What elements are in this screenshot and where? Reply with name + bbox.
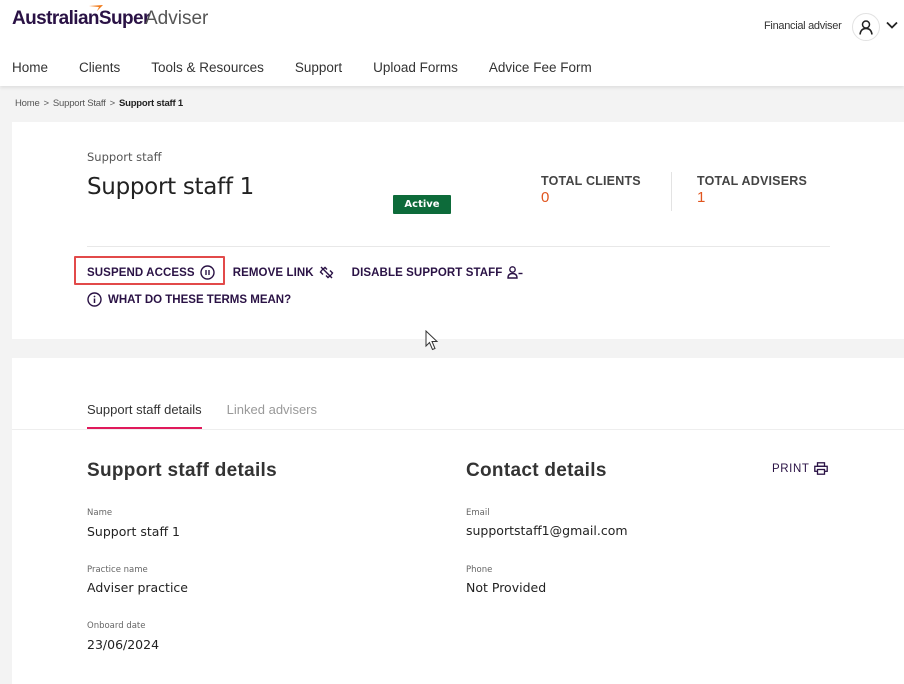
stat-total-clients: TOTAL CLIENTS 0 <box>541 174 641 206</box>
nav-home[interactable]: Home <box>12 60 48 75</box>
breadcrumb-support-staff[interactable]: Support Staff <box>53 98 106 109</box>
user-menu-button[interactable] <box>852 13 880 41</box>
breadcrumb: Home > Support Staff > Support staff 1 <box>15 98 183 109</box>
page-title: Support staff 1 <box>87 174 254 200</box>
tab-support-staff-details[interactable]: Support staff details <box>87 402 202 429</box>
details-tabs: Support staff details Linked advisers <box>87 402 342 429</box>
action-label: DISABLE SUPPORT STAFF <box>351 266 503 279</box>
terms-help-link[interactable]: WHAT DO THESE TERMS MEAN? <box>87 292 291 307</box>
print-label: PRINT <box>772 462 810 475</box>
profile-summary-panel: Support staff Support staff 1 Active TOT… <box>12 122 904 339</box>
name-value: Support staff 1 <box>87 524 180 539</box>
nav-advice-fee-form[interactable]: Advice Fee Form <box>489 60 592 75</box>
tab-linked-advisers[interactable]: Linked advisers <box>227 402 317 429</box>
app-name: Adviser <box>145 8 209 29</box>
remove-link-button[interactable]: REMOVE LINK <box>233 266 334 279</box>
info-icon <box>87 292 102 307</box>
details-panel: Support staff details Linked advisers Su… <box>12 358 904 684</box>
onboard-date-label: Onboard date <box>87 621 146 631</box>
site-header: AustralianSuper Adviser Financial advise… <box>0 0 904 86</box>
unlink-icon <box>319 266 334 279</box>
practice-name-label: Practice name <box>87 565 148 575</box>
nav-upload-forms[interactable]: Upload Forms <box>373 60 458 75</box>
logo-swoosh-icon <box>89 5 103 11</box>
disable-support-staff-button[interactable]: DISABLE SUPPORT STAFF <box>352 266 524 279</box>
breadcrumb-separator: > <box>109 98 116 109</box>
user-role: Financial adviser <box>764 20 842 32</box>
terms-link-label: WHAT DO THESE TERMS MEAN? <box>108 293 292 306</box>
stat-value: 0 <box>541 189 550 206</box>
onboard-date-value: 23/06/2024 <box>87 637 160 652</box>
practice-name-value: Adviser practice <box>87 580 188 595</box>
divider <box>87 246 830 247</box>
support-staff-details-heading: Support staff details <box>87 460 277 481</box>
profile-actions: SUSPEND ACCESS REMOVE LINK DISABLE SUPPO… <box>87 265 541 280</box>
brand-logo[interactable]: AustralianSuper <box>12 5 150 30</box>
status-badge: Active <box>393 195 451 214</box>
name-label: Name <box>87 508 113 518</box>
suspend-access-button[interactable]: SUSPEND ACCESS <box>87 265 215 280</box>
stat-total-advisers: TOTAL ADVISERS 1 <box>697 174 807 206</box>
breadcrumb-separator: > <box>43 98 50 109</box>
main-nav: Home Clients Tools & Resources Support U… <box>12 60 623 75</box>
brand-name: AustralianSuper <box>12 8 150 29</box>
user-icon <box>859 19 873 35</box>
nav-clients[interactable]: Clients <box>79 60 120 75</box>
pause-circle-icon <box>200 265 215 280</box>
user-minus-icon <box>507 266 523 279</box>
profile-eyebrow: Support staff <box>87 150 162 164</box>
email-value: supportstaff1@gmail.com <box>466 523 628 538</box>
action-label: SUSPEND ACCESS <box>87 266 195 279</box>
tabs-divider <box>12 429 904 430</box>
action-label: REMOVE LINK <box>232 266 314 279</box>
breadcrumb-home[interactable]: Home <box>15 98 40 109</box>
printer-icon <box>813 462 828 475</box>
stat-label: TOTAL ADVISERS <box>697 174 807 188</box>
stat-value: 1 <box>697 189 706 206</box>
stat-label: TOTAL CLIENTS <box>541 174 641 188</box>
mouse-cursor-icon <box>425 330 439 351</box>
print-button[interactable]: PRINT <box>772 462 828 475</box>
contact-details-heading: Contact details <box>466 460 607 481</box>
phone-value: Not Provided <box>466 580 547 595</box>
phone-label: Phone <box>466 565 493 575</box>
nav-tools-resources[interactable]: Tools & Resources <box>151 60 264 75</box>
chevron-down-icon[interactable] <box>886 21 898 29</box>
nav-support[interactable]: Support <box>295 60 342 75</box>
email-label: Email <box>466 508 490 518</box>
breadcrumb-current: Support staff 1 <box>118 98 183 109</box>
stat-divider <box>671 172 672 211</box>
